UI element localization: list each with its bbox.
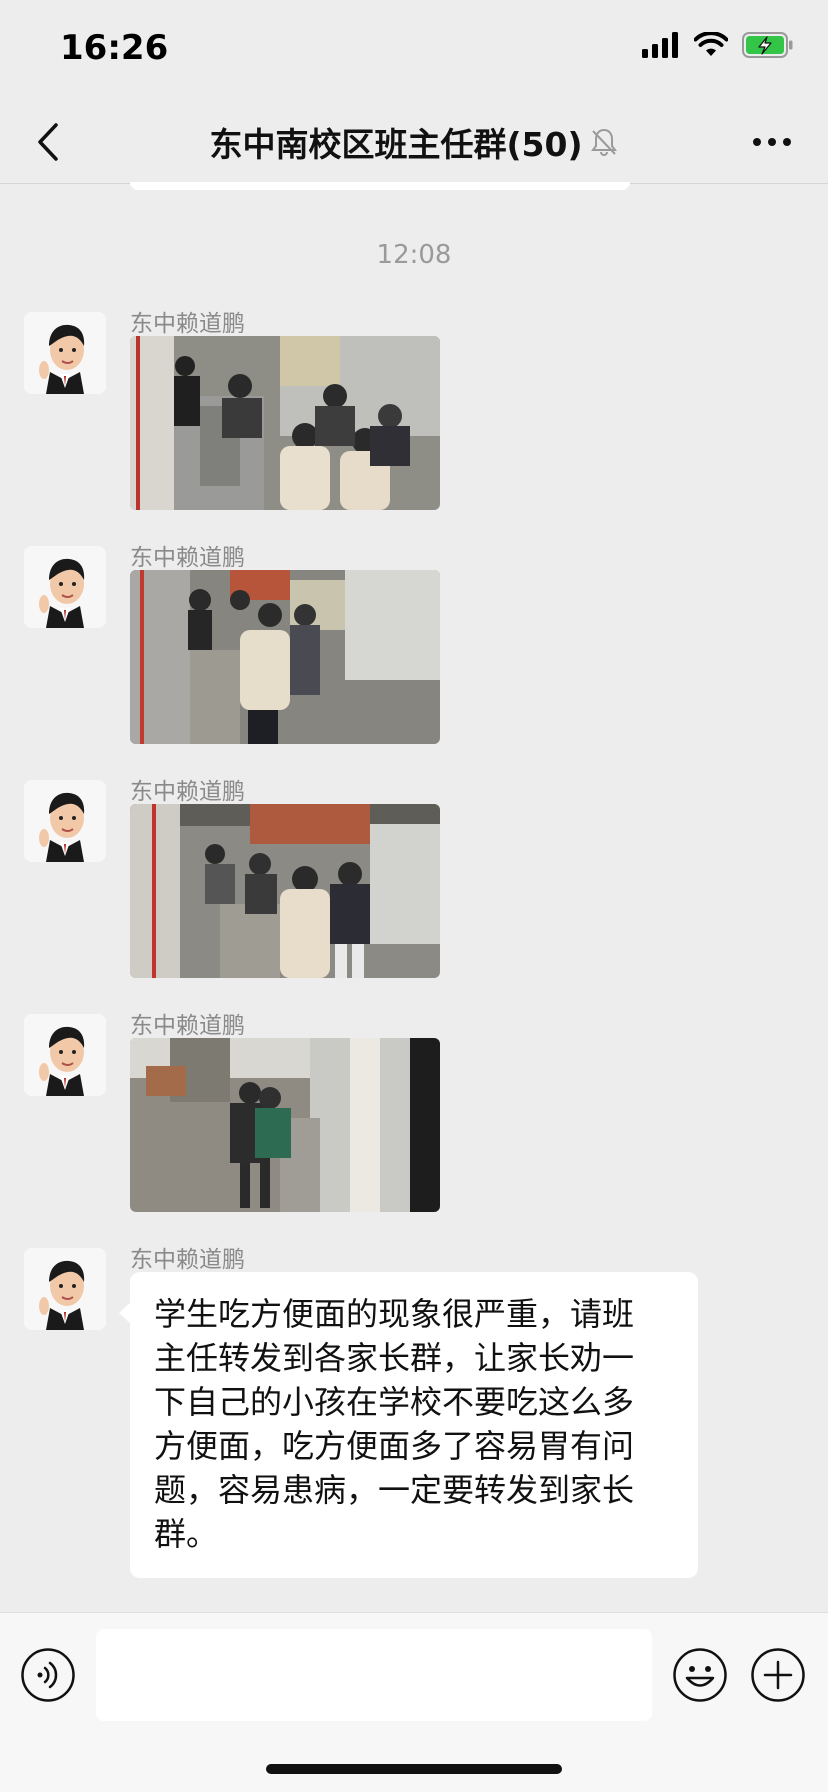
more-button[interactable] xyxy=(744,122,800,162)
signal-icon xyxy=(642,32,680,58)
emoji-button[interactable] xyxy=(672,1647,728,1703)
emoji-icon xyxy=(672,1647,728,1703)
wifi-icon xyxy=(694,32,728,58)
voice-button[interactable] xyxy=(20,1647,76,1703)
avatar[interactable] xyxy=(24,1014,106,1096)
message-line: 群。 xyxy=(154,1515,219,1553)
avatar[interactable] xyxy=(24,1248,106,1330)
message-line: 题，容易患病，一定要转发到家长 xyxy=(154,1471,635,1509)
plus-icon xyxy=(750,1647,806,1703)
chat-title: 东中南校区班主任群(50) xyxy=(209,125,583,164)
avatar[interactable] xyxy=(24,312,106,394)
chat-header: 东中南校区班主任群(50) xyxy=(0,100,828,184)
message-line: 主任转发到各家长群，让家长劝一 xyxy=(154,1339,635,1377)
image-message[interactable] xyxy=(130,804,440,978)
avatar[interactable] xyxy=(24,546,106,628)
sender-name: 东中赖道鹏 xyxy=(130,311,245,337)
image-message[interactable] xyxy=(130,1038,440,1212)
previous-bubble-edge xyxy=(130,182,630,190)
image-message[interactable] xyxy=(130,336,440,510)
sender-name: 东中赖道鹏 xyxy=(130,779,245,805)
message-timestamp: 12:08 xyxy=(376,240,452,270)
more-icon xyxy=(752,137,792,147)
status-bar: 16:26 xyxy=(0,0,828,100)
mute-bell-icon xyxy=(589,127,619,157)
avatar[interactable] xyxy=(24,780,106,862)
message-input[interactable] xyxy=(96,1629,652,1721)
voice-icon xyxy=(20,1647,76,1703)
message-line: 学生吃方便面的现象很严重，请班 xyxy=(154,1295,635,1333)
plus-button[interactable] xyxy=(750,1647,806,1703)
sender-name: 东中赖道鹏 xyxy=(130,545,245,571)
status-time: 16:26 xyxy=(60,28,169,68)
text-message-bubble[interactable]: 学生吃方便面的现象很严重，请班 主任转发到各家长群，让家长劝一 下自己的小孩在学… xyxy=(130,1272,698,1578)
chat-title-area: 东中南校区班主任群(50) xyxy=(0,118,828,166)
message-line: 方便面，吃方便面多了容易胃有问 xyxy=(154,1427,635,1465)
home-indicator[interactable] xyxy=(266,1764,562,1774)
sender-name: 东中赖道鹏 xyxy=(130,1013,245,1039)
message-line: 下自己的小孩在学校不要吃这么多 xyxy=(154,1383,635,1421)
image-message[interactable] xyxy=(130,570,440,744)
status-icons xyxy=(642,32,794,58)
battery-charging-icon xyxy=(742,32,794,58)
sender-name: 东中赖道鹏 xyxy=(130,1247,245,1273)
